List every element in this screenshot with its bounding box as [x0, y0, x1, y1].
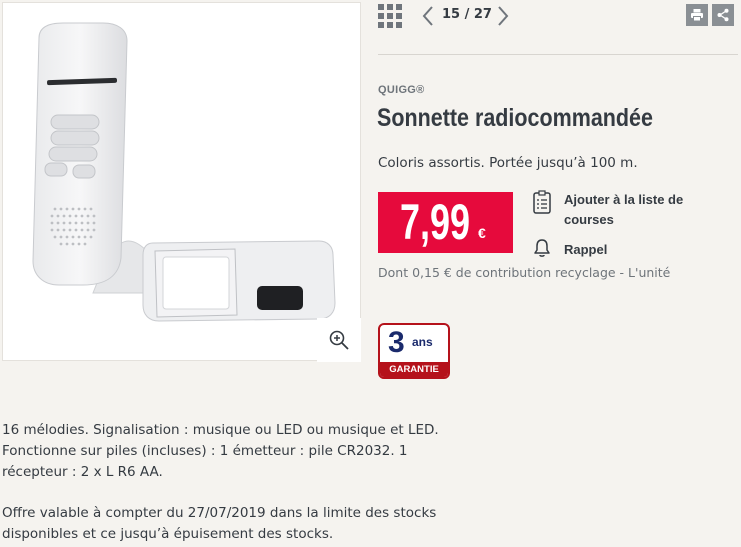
warranty-label: GARANTIE — [380, 362, 448, 377]
chevron-left-icon[interactable] — [420, 4, 436, 28]
warranty-years: 3 — [388, 326, 405, 359]
price-value: 7,99 — [400, 194, 471, 250]
print-button[interactable] — [686, 4, 708, 26]
pager-count: 15 / 27 — [442, 7, 492, 22]
shopping-list-label-line1: Ajouter à la liste de — [564, 192, 684, 207]
price-currency: € — [478, 225, 486, 241]
grid-view-icon[interactable] — [378, 4, 402, 28]
share-icon — [717, 8, 729, 22]
bell-icon — [534, 239, 550, 257]
product-description: 16 mélodies. Signalisation : musique ou … — [2, 422, 439, 480]
warranty-unit: ans — [412, 335, 433, 349]
product-title: Sonnette radiocommandée — [377, 104, 653, 132]
shopping-list-label-line2: courses — [564, 212, 614, 227]
share-button[interactable] — [712, 4, 734, 26]
recycle-note: Dont 0,15 € de contribution recyclage - … — [378, 265, 671, 280]
doorbell-product-illustration — [32, 22, 336, 322]
reminder-label: Rappel — [564, 242, 608, 257]
add-to-shopping-list-button[interactable]: Ajouter à la liste de courses — [532, 190, 712, 232]
product-subtitle: Coloris assortis. Portée jusqu’à 100 m. — [378, 155, 638, 171]
chevron-right-icon[interactable] — [495, 4, 511, 28]
offer-terms: Offre valable à compter du 27/07/2019 da… — [2, 505, 437, 542]
warranty-badge: 3 ans GARANTIE — [378, 323, 450, 379]
reminder-button[interactable]: Rappel — [532, 239, 632, 262]
brand-label: QUIGG® — [378, 84, 425, 96]
price-badge: 7,99 € — [378, 192, 513, 253]
clipboard-list-icon — [533, 190, 551, 214]
print-icon — [691, 9, 703, 22]
zoom-button[interactable] — [317, 318, 361, 362]
zoom-in-icon — [329, 330, 349, 350]
product-image[interactable] — [2, 2, 361, 362]
divider — [378, 54, 738, 55]
